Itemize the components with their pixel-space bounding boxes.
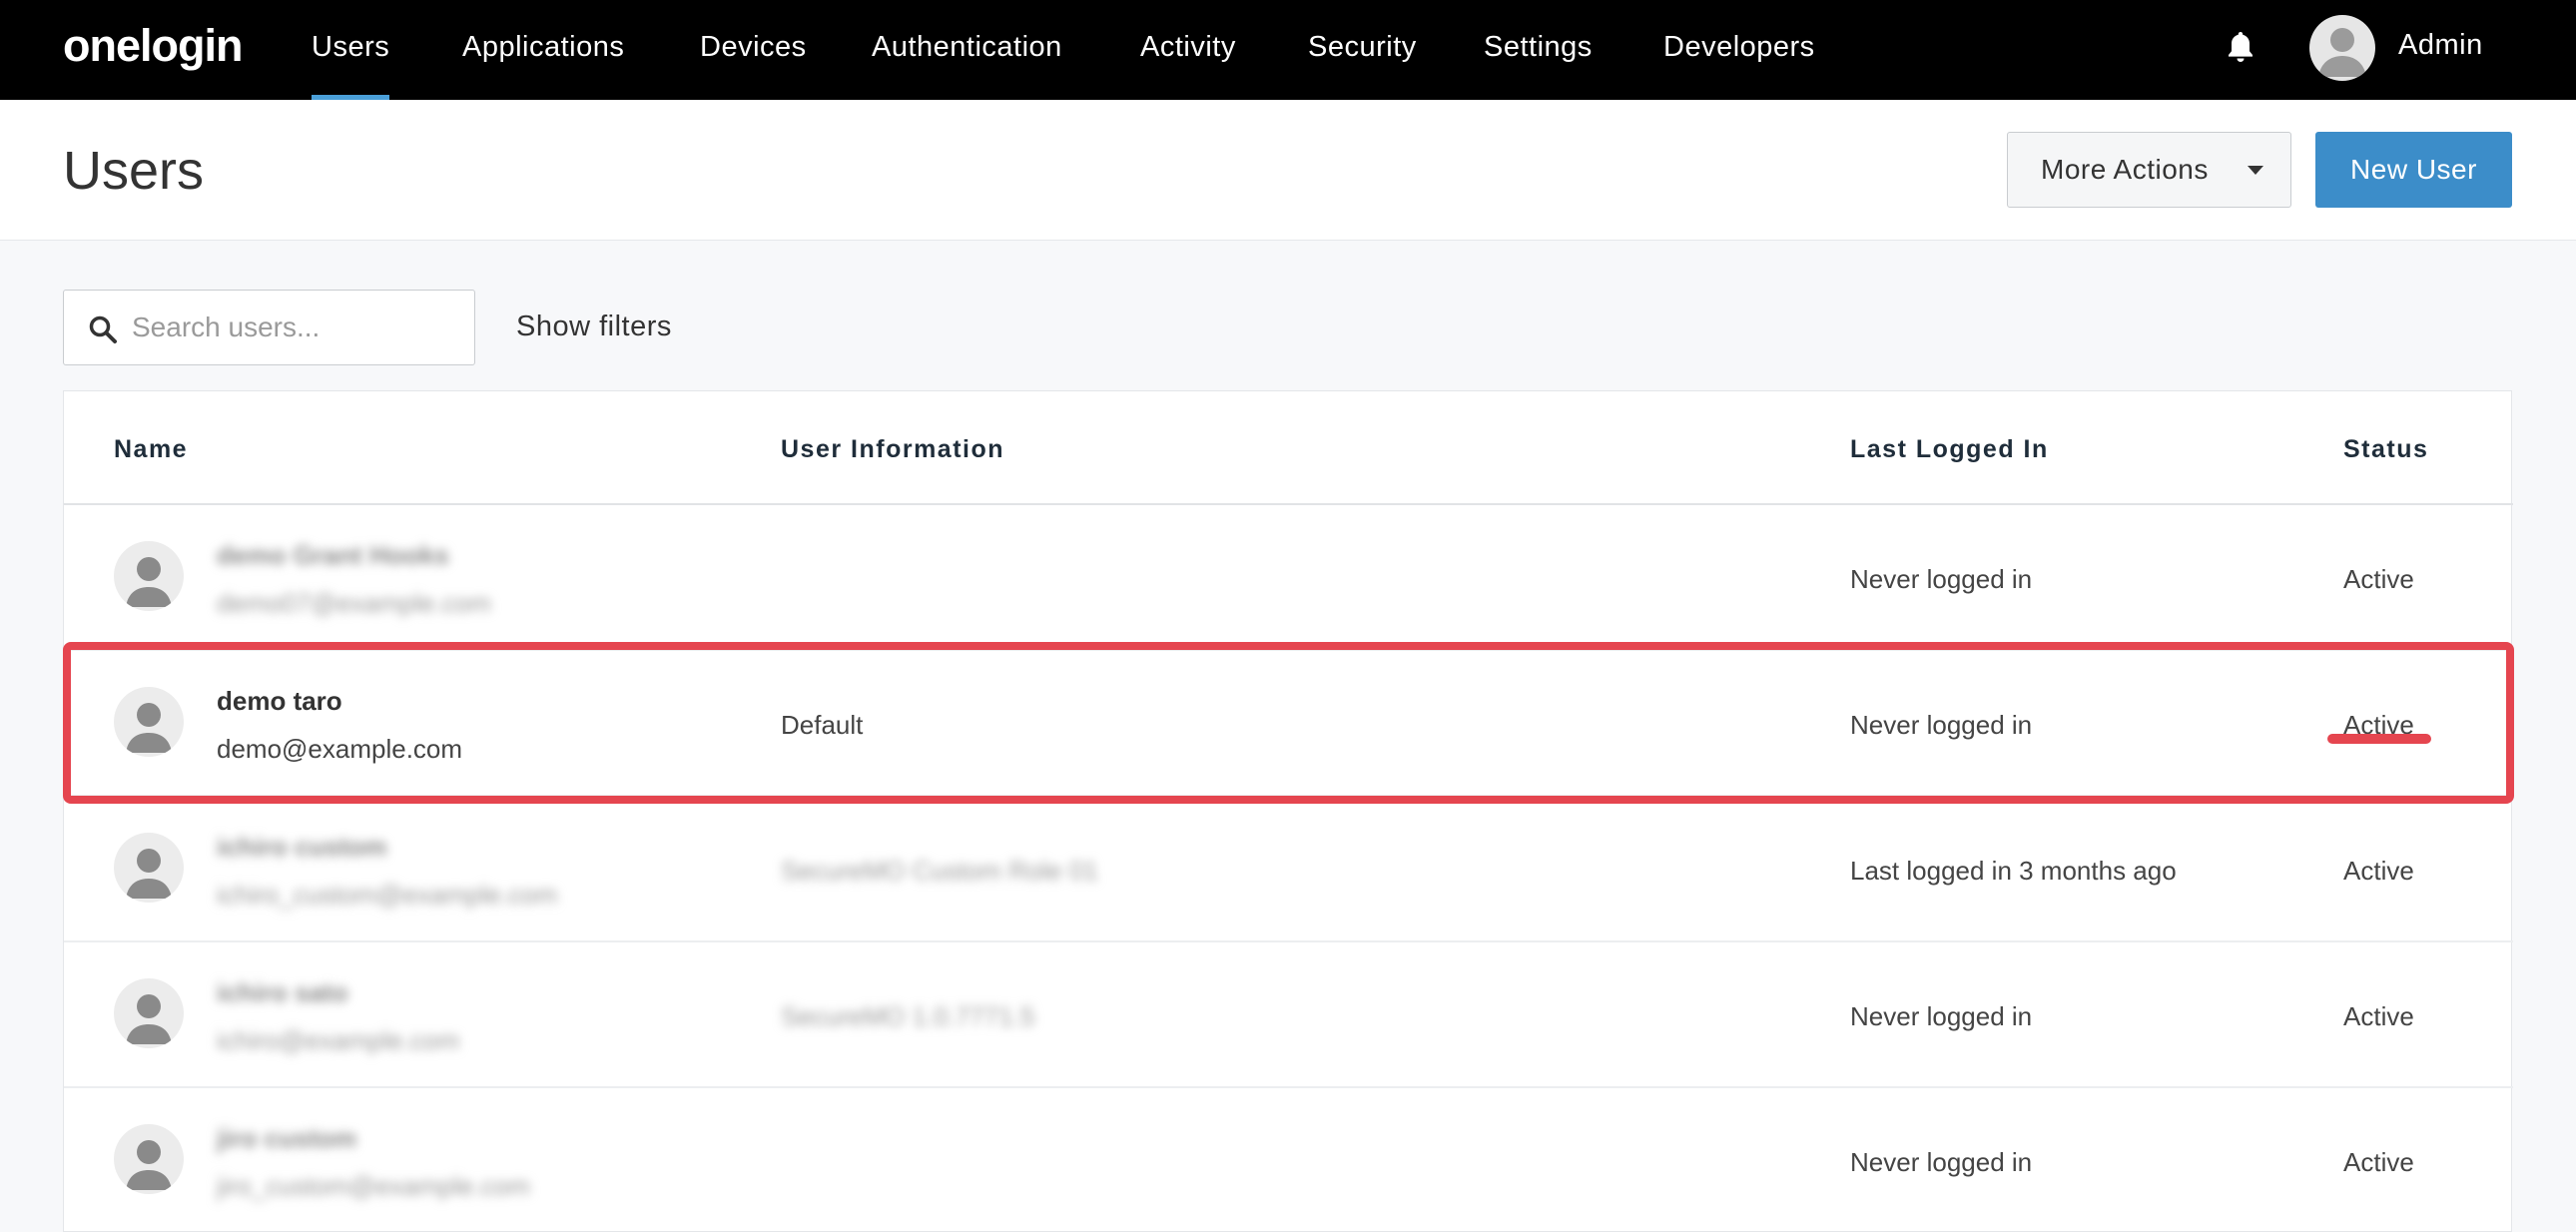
column-header-last-logged-in[interactable]: Last Logged In <box>1850 435 2049 464</box>
user-email: demo07@example.com <box>217 588 491 618</box>
column-header-status[interactable]: Status <box>2343 435 2428 464</box>
status-badge: Active <box>2343 1001 2414 1031</box>
more-actions-button[interactable]: More Actions <box>2007 132 2291 208</box>
avatar <box>114 1124 184 1194</box>
last-logged-in: Never logged in <box>1850 1147 2033 1177</box>
user-avatar-icon <box>126 1140 172 1190</box>
avatar <box>114 978 184 1048</box>
table-row[interactable]: ichiro custom ichiro_custom@example.com … <box>64 797 2513 942</box>
user-avatar-icon <box>2318 28 2366 77</box>
status-underline-mark <box>2327 734 2431 744</box>
page-header: Users More Actions New User <box>0 100 2576 241</box>
search-input[interactable] <box>132 303 461 352</box>
more-actions-label: More Actions <box>2041 154 2209 185</box>
page-title: Users <box>63 141 205 201</box>
nav-item-settings[interactable]: Settings <box>1484 0 1593 100</box>
avatar <box>114 541 184 611</box>
user-information: SecureMO Custom Role 01 <box>781 856 1098 886</box>
avatar <box>114 833 184 903</box>
user-avatar-icon <box>126 849 172 899</box>
user-name[interactable]: ichiro sato <box>217 977 347 1008</box>
last-logged-in: Never logged in <box>1850 1001 2033 1031</box>
status-badge: Active <box>2343 1147 2414 1177</box>
user-name[interactable]: ichiro custom <box>217 832 386 863</box>
column-header-name[interactable]: Name <box>114 435 188 464</box>
onelogin-logo[interactable]: onelogin <box>63 20 243 72</box>
last-logged-in: Never logged in <box>1850 564 2033 594</box>
nav-item-activity[interactable]: Activity <box>1140 0 1236 100</box>
new-user-button[interactable]: New User <box>2315 132 2512 208</box>
nav-item-devices[interactable]: Devices <box>700 0 807 100</box>
user-avatar-icon <box>126 994 172 1044</box>
user-email: jiro_custom@example.com <box>217 1171 530 1201</box>
user-name[interactable]: demo Grant Hooks <box>217 540 449 571</box>
nav-item-authentication[interactable]: Authentication <box>872 0 1062 100</box>
nav-item-applications[interactable]: Applications <box>462 0 624 100</box>
column-header-user-information[interactable]: User Information <box>781 435 1004 464</box>
search-icon <box>89 315 117 343</box>
top-nav: onelogin Users Applications Devices Auth… <box>0 0 2576 100</box>
user-email: ichiro_custom@example.com <box>217 880 558 910</box>
caret-down-icon <box>2248 166 2263 175</box>
status-badge: Active <box>2343 856 2414 886</box>
table-row[interactable]: demo Grant Hooks demo07@example.com Neve… <box>64 505 2513 651</box>
table-row[interactable]: ichiro sato ichiro@example.com SecureMO … <box>64 942 2513 1088</box>
search-box[interactable] <box>63 290 475 365</box>
highlight-box <box>63 642 2514 804</box>
show-filters-link[interactable]: Show filters <box>516 310 672 343</box>
user-avatar-icon <box>126 557 172 607</box>
user-email: ichiro@example.com <box>217 1025 460 1055</box>
notifications-bell-icon[interactable] <box>2227 30 2254 64</box>
status-badge: Active <box>2343 564 2414 594</box>
table-row[interactable]: jiro custom jiro_custom@example.com Neve… <box>64 1088 2513 1232</box>
nav-item-developers[interactable]: Developers <box>1663 0 1815 100</box>
account-menu-label[interactable]: Admin <box>2398 29 2483 62</box>
admin-avatar[interactable] <box>2309 15 2375 81</box>
nav-item-security[interactable]: Security <box>1308 0 1417 100</box>
nav-item-users[interactable]: Users <box>312 0 390 100</box>
user-name[interactable]: jiro custom <box>217 1123 356 1154</box>
user-information: SecureMO 1.0.7771.5 <box>781 1001 1035 1031</box>
last-logged-in: Last logged in 3 months ago <box>1850 856 2177 886</box>
users-table: Name User Information Last Logged In Sta… <box>63 390 2513 1232</box>
